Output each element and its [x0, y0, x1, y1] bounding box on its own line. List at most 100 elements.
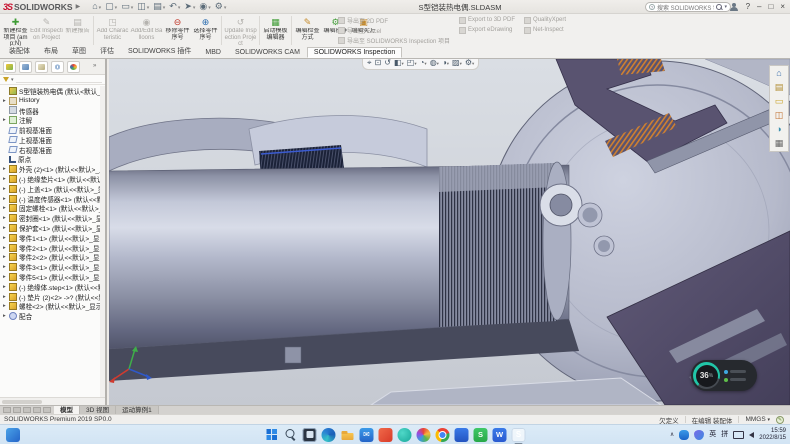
tree-item[interactable]: ▸ 零件2<1> (默认<<默认>_显示状态: [0, 243, 100, 253]
tree-item[interactable]: ▸ (-) 垫片 (2)<2> ->? (默认<<默认>_: [0, 292, 100, 302]
task-view-button[interactable]: [303, 428, 317, 442]
help-button[interactable]: ?: [746, 0, 750, 14]
tree-item[interactable]: ▸ (-) 绝缘垫片<1> (默认<<默认>_显示: [0, 174, 100, 184]
tree-item[interactable]: ▸ 固定螺栓<1> (默认<<默认>_显示状: [0, 204, 100, 214]
custom-properties-icon[interactable]: ▦: [775, 138, 784, 149]
tab-menu-icon[interactable]: [43, 407, 51, 413]
tab-scroll-last-icon[interactable]: [33, 407, 41, 413]
tree-item[interactable]: ▸ 密封圈<1> (默认<<默认>_显示状态: [0, 213, 100, 223]
menu-flyout-icon[interactable]: ▶: [76, 3, 81, 10]
filter-input[interactable]: [16, 77, 102, 83]
add-characteristic-button[interactable]: ◳Add Characteristic: [96, 15, 129, 46]
undo-icon[interactable]: ↶▾: [169, 0, 180, 14]
tab-scroll-next-icon[interactable]: [23, 407, 31, 413]
tree-item[interactable]: ▸ 零件2<2> (默认<<默认>_显示状态: [0, 253, 100, 263]
hide-show-items-icon[interactable]: ◍▾: [430, 59, 439, 70]
section-view-icon[interactable]: ◧▾: [394, 59, 404, 70]
inspection-service-item[interactable]: Net-Inspect: [524, 26, 566, 34]
remove-balloons-button[interactable]: ⊖移除零件序号: [164, 15, 191, 46]
export-menu-item[interactable]: 导出至 Excel: [338, 26, 450, 34]
tree-item[interactable]: S型铠装热电偶 (默认<默认_显示状态-1: [0, 86, 100, 96]
tray-overflow-icon[interactable]: ∧: [670, 431, 674, 438]
close-button[interactable]: ×: [780, 0, 785, 14]
tree-vertical-scrollbar[interactable]: [100, 86, 105, 397]
screen-assistant-widget[interactable]: 36%: [691, 360, 757, 391]
speaker-icon[interactable]: [749, 432, 754, 438]
view-settings-icon[interactable]: ⚙▾: [465, 59, 474, 70]
tab-scroll-controls[interactable]: [0, 407, 54, 413]
edit-appearance-icon[interactable]: ◑▾: [442, 59, 449, 70]
graphics-area[interactable]: ⌖⊡↺◧▾◰▾◔▾◍▾◑▾▨▾⚙▾ ⌂▤▭◫◑▦ 36%: [109, 59, 790, 405]
app-blue-icon[interactable]: [455, 428, 469, 442]
tree-item[interactable]: ▸ (-) 上盖<1> (默认<<默认>_显示状态: [0, 184, 100, 194]
clock[interactable]: 15:59 2022/8/15: [759, 428, 786, 441]
ime-language-indicator[interactable]: 英: [709, 430, 716, 440]
tree-filter[interactable]: ▾: [0, 75, 105, 85]
new-document-icon[interactable]: ▢▾: [105, 0, 117, 14]
design-library-icon[interactable]: ▤: [775, 82, 784, 93]
update-inspection-project-button[interactable]: ↺Update Inspection Project: [224, 15, 257, 46]
file-explorer-icon[interactable]: ▭: [775, 96, 784, 107]
tree-item[interactable]: 前视基准面: [0, 125, 100, 135]
solidworks-taskbar-icon[interactable]: S: [512, 428, 526, 442]
widget-row-1[interactable]: [724, 370, 746, 374]
zoom-to-area-icon[interactable]: ⊡: [375, 59, 382, 70]
export-menu-item[interactable]: 导出至 SOLIDWORKS Inspection 项目: [338, 36, 450, 44]
inspection-service-item[interactable]: QualityXpert: [524, 16, 566, 24]
chrome-icon[interactable]: [436, 428, 450, 442]
add-edit-balloons-button[interactable]: ◉Add/Edit Balloons: [130, 15, 163, 46]
mail-icon[interactable]: ✉: [360, 428, 374, 442]
previous-view-icon[interactable]: ↺: [384, 59, 391, 70]
scrollbar-thumb[interactable]: [2, 400, 42, 404]
widgets-button[interactable]: [6, 428, 20, 442]
ribbon-tab[interactable]: SOLIDWORKS 插件: [121, 44, 198, 58]
apply-scene-icon[interactable]: ▨▾: [452, 59, 462, 70]
tree-item[interactable]: ▸ (-) 温度传感器<1> (默认<<默认>_显: [0, 194, 100, 204]
options-icon[interactable]: ⚙▾: [215, 0, 227, 14]
appearances-icon[interactable]: ◑: [776, 124, 781, 135]
export-menu-item[interactable]: Export eDrawing: [459, 26, 515, 34]
configurationmanager-tab[interactable]: [35, 61, 48, 73]
custom-properties-tag-icon[interactable]: ✎: [776, 416, 784, 424]
open-icon[interactable]: ▭▾: [121, 0, 133, 14]
ribbon-tab[interactable]: 草图: [65, 44, 93, 58]
tree-item[interactable]: ▸ 配合: [0, 311, 100, 321]
new-report-button[interactable]: ▤新建报告: [64, 15, 91, 46]
search-input[interactable]: ? 搜索 SOLIDWORKS 帮助 ▾: [645, 2, 731, 12]
display-style-icon[interactable]: ◔▾: [420, 59, 427, 70]
sign-in-icon[interactable]: [730, 3, 739, 12]
displaymanager-tab[interactable]: [67, 61, 80, 73]
color-wheel-app-icon[interactable]: [417, 428, 431, 442]
units-selector[interactable]: MMGS ▾: [745, 416, 770, 423]
select-cursor-icon[interactable]: ➤▾: [184, 0, 195, 14]
print-icon[interactable]: ▤▾: [153, 0, 165, 14]
ribbon-tab[interactable]: 评估: [93, 44, 121, 58]
filter-dropdown-icon[interactable]: ▾: [11, 77, 14, 83]
tree-item[interactable]: 上视基准面: [0, 135, 100, 145]
tree-item[interactable]: 原点: [0, 155, 100, 165]
dimxpertmanager-tab[interactable]: [51, 61, 64, 73]
zoom-to-fit-icon[interactable]: ⌖: [367, 59, 372, 70]
edge-icon[interactable]: [322, 428, 336, 442]
tree-item[interactable]: ▸ History: [0, 96, 100, 106]
tab-scroll-prev-icon[interactable]: [13, 407, 21, 413]
search-dropdown-icon[interactable]: ▾: [724, 4, 727, 10]
export-menu-item[interactable]: 导出至 2D PDF: [338, 16, 450, 24]
app-teal-icon[interactable]: [398, 428, 412, 442]
wps-icon[interactable]: W: [493, 428, 507, 442]
search-button[interactable]: [284, 428, 298, 442]
edit-inspection-methods-button[interactable]: ✎编辑检查方式: [294, 15, 321, 46]
search-icon[interactable]: [716, 4, 722, 10]
ribbon-tab[interactable]: 布局: [37, 44, 65, 58]
app-red-icon[interactable]: [379, 428, 393, 442]
save-icon[interactable]: ◫▾: [137, 0, 149, 14]
launch-template-editor-button[interactable]: ▦启动模板编辑器: [262, 15, 289, 46]
ribbon-tab[interactable]: SOLIDWORKS Inspection: [307, 47, 402, 58]
tree-item[interactable]: ▸ 零件1<1> (默认<<默认>_显示状态: [0, 233, 100, 243]
export-menu-item[interactable]: Export to 3D PDF: [459, 16, 515, 24]
widget-row-2[interactable]: [724, 378, 746, 382]
security-shield-icon[interactable]: [694, 430, 704, 440]
select-balloons-button[interactable]: ⊕选择零件序号: [192, 15, 219, 46]
tree-item[interactable]: ▸ (-) 绝缘体.step<1> (默认<<默认>_: [0, 282, 100, 292]
tree-item[interactable]: 传感器: [0, 106, 100, 116]
